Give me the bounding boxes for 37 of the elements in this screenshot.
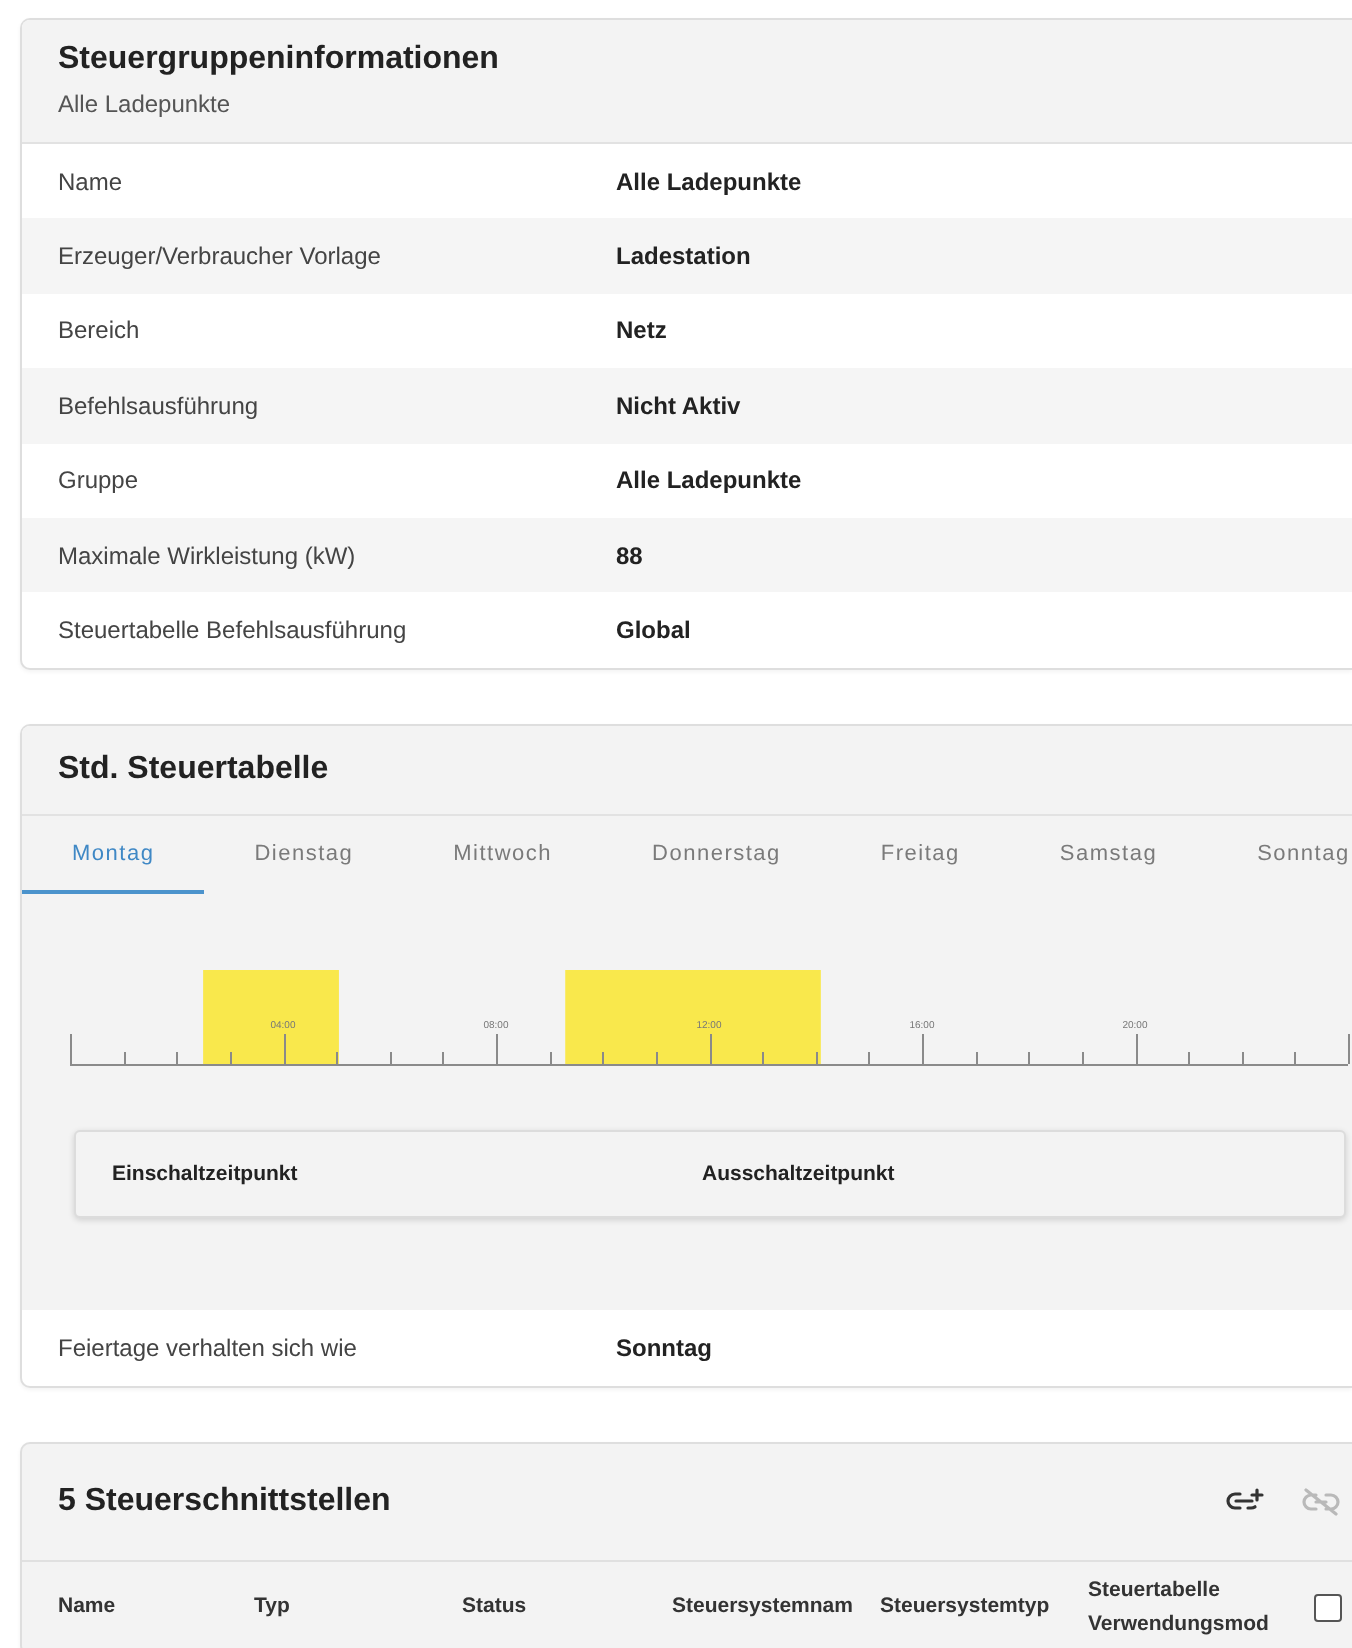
field-value: Netz: [616, 316, 667, 345]
column-header: Steuersystemnam: [672, 1592, 855, 1623]
day-tab[interactable]: Freitag: [830, 815, 1010, 894]
field-label: Erzeuger/Verbraucher Vorlage: [58, 242, 383, 271]
field-value: Sonntag: [616, 1333, 712, 1362]
card-subtitle: Alle Ladepunkte: [58, 90, 233, 118]
day-tab[interactable]: Mittwoch: [403, 815, 603, 894]
day-tab[interactable]: Samstag: [1009, 815, 1208, 894]
field-value: Nicht Aktiv: [616, 391, 741, 420]
field-value: Alle Ladepunkte: [616, 167, 802, 196]
column-header: Name: [58, 1592, 118, 1623]
field-label: Gruppe: [58, 466, 141, 495]
column-header: Typ: [254, 1592, 292, 1623]
field-value: 88: [616, 541, 643, 570]
field-label: Maximale Wirkleistung (kW): [58, 541, 358, 570]
column-header: Steuertabelle Verwendungsmod: [1088, 1575, 1271, 1640]
card-title: Steuergruppeninformationen: [58, 40, 501, 80]
day-tab[interactable]: Donnerstag: [602, 815, 831, 894]
column-header: Einschaltzeitpunkt: [112, 1161, 300, 1186]
field-value: Global: [616, 616, 691, 645]
field-label: Bereich: [58, 316, 142, 345]
field-label: Feiertage verhalten sich wie: [58, 1333, 359, 1362]
card-title: Std. Steuertabelle: [58, 749, 331, 790]
column-header: Status: [462, 1592, 529, 1623]
field-value: Alle Ladepunkte: [616, 466, 802, 495]
column-header: Ausschaltzeitpunkt: [702, 1161, 897, 1186]
checkbox[interactable]: [1314, 1593, 1342, 1622]
field-label: Befehlsausführung: [58, 391, 261, 420]
field-label: Steuertabelle Befehlsausführung: [58, 616, 409, 645]
field-label: Name: [58, 167, 125, 196]
day-tab[interactable]: Sonntag: [1207, 815, 1352, 894]
card-title: 5 Steuerschnittstellen: [58, 1481, 391, 1522]
link-plus-icon[interactable]: [1226, 1488, 1264, 1515]
column-header: Steuersystemtyp: [880, 1592, 1052, 1623]
field-value: Ladestation: [616, 242, 751, 271]
day-tab[interactable]: Dienstag: [204, 815, 404, 894]
time-slot-block: [203, 969, 339, 1064]
